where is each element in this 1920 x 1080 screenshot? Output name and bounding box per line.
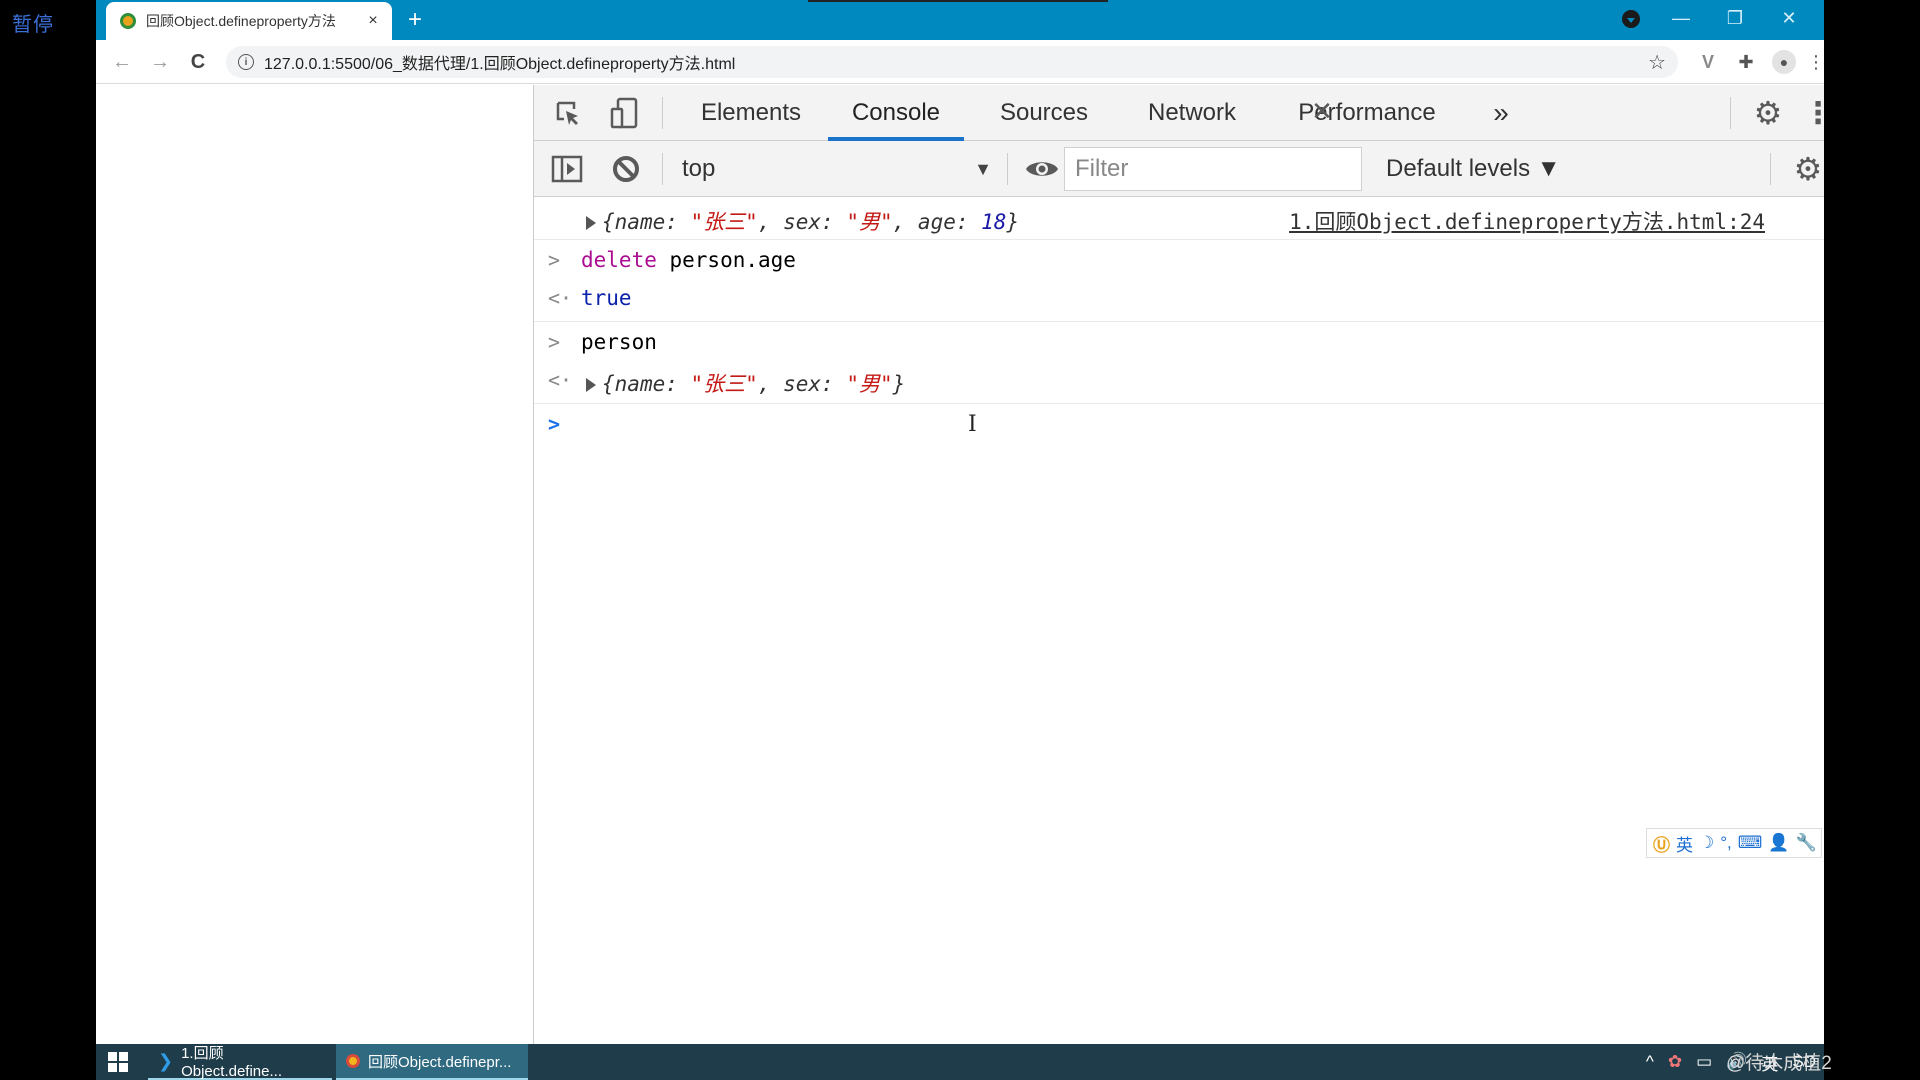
tab-favicon-icon: [120, 13, 136, 29]
tab-console[interactable]: Console: [828, 85, 964, 141]
back-button[interactable]: ←: [108, 48, 136, 76]
divider: [1730, 97, 1731, 129]
context-selector[interactable]: top ▼: [682, 149, 992, 189]
windows-start-icon[interactable]: [108, 1052, 128, 1072]
vscode-icon: ❯: [158, 1050, 174, 1071]
devtools-settings-icon[interactable]: ⚙: [1750, 95, 1786, 131]
devtools-more-options-icon[interactable]: ⋮: [1803, 95, 1824, 131]
console-output: {name: "张三", sex: "男", age: 18} 1.回顾Obje…: [534, 198, 1824, 1044]
extensions-puzzle-icon[interactable]: ✚: [1734, 50, 1758, 74]
bookmark-star-icon[interactable]: ☆: [1648, 50, 1666, 75]
filter-input[interactable]: [1064, 147, 1362, 191]
browser-menu-icon[interactable]: ⋮: [1804, 50, 1824, 74]
tab-network[interactable]: Network: [1122, 85, 1262, 141]
ime-user-icon[interactable]: 👤: [1768, 833, 1789, 853]
result-arrow-icon: <·: [548, 368, 573, 392]
devtools-tab-bar: Elements Console Sources Network Perform…: [534, 85, 1824, 141]
source-link[interactable]: 1.回顾Object.defineproperty方法.html:24: [1289, 206, 1765, 236]
show-sidebar-icon[interactable]: [550, 153, 584, 185]
reload-button[interactable]: C: [184, 48, 212, 76]
console-settings-icon[interactable]: ⚙: [1790, 151, 1824, 187]
taskbar-item-vscode[interactable]: ❯ 1.回顾Object.define...: [148, 1044, 332, 1080]
window-close-button[interactable]: ✕: [1766, 0, 1812, 36]
tab-title: 回顾Object.defineproperty方法: [146, 13, 336, 29]
tab-elements[interactable]: Elements: [680, 85, 822, 141]
console-input-row: > delete person.age: [534, 240, 1824, 280]
divider: [662, 97, 663, 129]
taskbar-item-label: 1.回顾Object.define...: [181, 1045, 282, 1080]
chrome-icon: [346, 1054, 360, 1068]
prompt-chevron-icon: >: [548, 330, 561, 354]
console-result-row: <· {name: "张三", sex: "男"}: [534, 362, 1824, 404]
more-tabs-button[interactable]: »: [1486, 85, 1516, 141]
page-content: [96, 85, 533, 1044]
device-toolbar-icon[interactable]: [608, 95, 640, 131]
ime-halfwidth-icon[interactable]: ☽: [1699, 833, 1714, 853]
inspect-element-icon[interactable]: [552, 97, 584, 129]
chevron-down-icon: ▼: [974, 158, 992, 179]
object-preview[interactable]: {name: "张三", sex: "男"}: [586, 368, 905, 398]
devtools-close-button[interactable]: ✕: [1306, 95, 1338, 127]
restore-button[interactable]: ❐: [1712, 0, 1758, 36]
ime-logo-icon[interactable]: Ⓤ: [1653, 831, 1670, 856]
browser-window: 回顾Object.defineproperty方法 × + — ❐ ✕ ← → …: [96, 0, 1824, 1044]
pause-overlay-label: 暂停: [12, 14, 54, 36]
new-tab-button[interactable]: +: [408, 6, 422, 34]
vue-devtools-extension-icon[interactable]: V: [1696, 50, 1720, 74]
ime-keyboard-icon[interactable]: ⌨: [1738, 833, 1763, 853]
expand-triangle-icon[interactable]: [586, 378, 596, 392]
forward-button[interactable]: →: [146, 48, 174, 76]
top-indicator: [808, 0, 1108, 2]
tab-performance[interactable]: Performance: [1272, 85, 1462, 141]
tray-app-icon[interactable]: ✿: [1668, 1052, 1682, 1072]
console-toolbar: top ▼ Default levels ▼ ⚙: [534, 141, 1824, 197]
ime-toolbar[interactable]: Ⓤ 英 ☽ °, ⌨ 👤 🔧: [1646, 828, 1822, 858]
console-prompt-row[interactable]: >: [534, 404, 1824, 444]
browser-tab[interactable]: 回顾Object.defineproperty方法 ×: [106, 2, 392, 40]
context-value: top: [682, 155, 716, 182]
input-expression: person: [581, 330, 657, 354]
browser-toolbar: ← → C i 127.0.0.1:5500/06_数据代理/1.回顾Objec…: [96, 40, 1824, 84]
live-expression-eye-icon[interactable]: [1024, 153, 1060, 185]
console-log-row: {name: "张三", sex: "男", age: 18} 1.回顾Obje…: [534, 198, 1824, 240]
ime-language-toggle[interactable]: 英: [1676, 831, 1693, 856]
object-preview[interactable]: {name: "张三", sex: "男", age: 18}: [586, 206, 1019, 236]
console-result-row: <· true: [534, 280, 1824, 322]
divider: [662, 153, 663, 185]
tray-power-icon[interactable]: ▭: [1696, 1052, 1712, 1072]
divider: [1007, 153, 1008, 185]
profile-avatar-icon[interactable]: ●: [1772, 50, 1796, 74]
result-value: true: [581, 286, 632, 310]
log-levels-dropdown[interactable]: Default levels ▼: [1386, 149, 1561, 189]
minimize-button[interactable]: —: [1658, 0, 1704, 36]
taskbar: ❯ 1.回顾Object.define... 回顾Object.definepr…: [96, 1044, 1824, 1080]
prompt-chevron-icon: >: [548, 248, 561, 272]
text-cursor-icon: I: [968, 412, 977, 437]
input-expression: delete person.age: [581, 248, 796, 272]
ime-settings-wrench-icon[interactable]: 🔧: [1796, 833, 1817, 853]
tab-search-icon[interactable]: [1622, 10, 1640, 28]
ime-punctuation-icon[interactable]: °,: [1720, 833, 1732, 853]
expand-triangle-icon[interactable]: [586, 216, 596, 230]
active-prompt-chevron-icon: >: [548, 412, 561, 436]
tab-sources[interactable]: Sources: [974, 85, 1114, 141]
divider: [1770, 153, 1771, 185]
console-input-row: > person: [534, 322, 1824, 362]
watermark: @待木成植2: [1726, 1053, 1832, 1074]
taskbar-item-label: 回顾Object.definepr...: [368, 1053, 512, 1071]
tab-close-button[interactable]: ×: [364, 12, 382, 30]
title-bar: 回顾Object.defineproperty方法 × + — ❐ ✕: [96, 0, 1824, 40]
site-info-icon[interactable]: i: [238, 54, 254, 70]
url-text[interactable]: 127.0.0.1:5500/06_数据代理/1.回顾Object.define…: [264, 50, 735, 74]
devtools-panel: Elements Console Sources Network Perform…: [533, 85, 1824, 1044]
address-bar[interactable]: i 127.0.0.1:5500/06_数据代理/1.回顾Object.defi…: [226, 46, 1678, 78]
tray-chevron-icon[interactable]: ^: [1646, 1052, 1654, 1072]
clear-console-icon[interactable]: [610, 153, 642, 185]
result-arrow-icon: <·: [548, 286, 573, 310]
taskbar-item-chrome[interactable]: 回顾Object.definepr...: [336, 1044, 528, 1080]
